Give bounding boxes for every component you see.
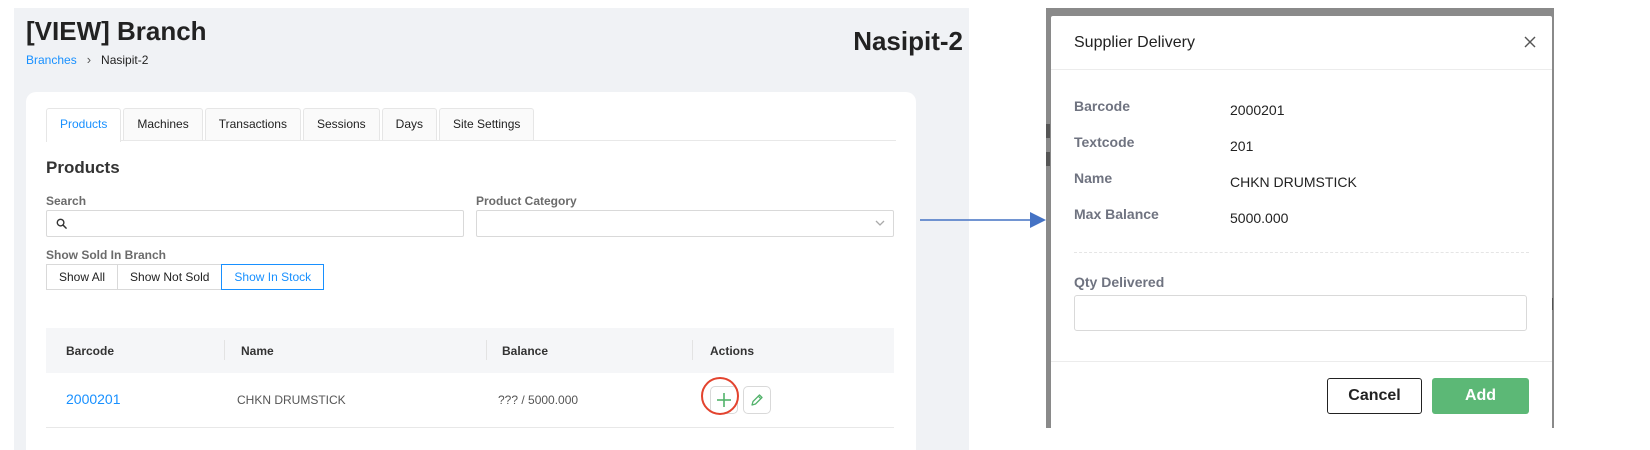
textcode-label: Textcode (1074, 134, 1135, 150)
name-label: Name (1074, 170, 1113, 186)
search-input[interactable] (75, 214, 459, 234)
row-balance: ??? / 5000.000 (498, 393, 579, 407)
column-divider (224, 340, 225, 360)
column-header-actions: Actions (710, 343, 755, 358)
tab-days[interactable]: Days (381, 108, 438, 140)
breadcrumb: Branches › Nasipit-2 (26, 52, 148, 67)
modal-overlay: Supplier Delivery Barcode 2000201 Textco… (1046, 8, 1554, 428)
breadcrumb-separator: › (86, 52, 92, 67)
tab-sessions[interactable]: Sessions (302, 108, 380, 140)
background-fragment (1046, 152, 1050, 166)
tab-site-settings[interactable]: Site Settings (439, 108, 535, 140)
search-label: Search (46, 194, 87, 208)
chevron-down-icon (875, 220, 885, 226)
pencil-icon (751, 394, 763, 406)
product-category-select[interactable] (476, 210, 894, 237)
filter-show-all-button[interactable]: Show All (46, 264, 119, 290)
barcode-label: Barcode (1074, 98, 1131, 114)
arrow-right-icon (920, 212, 1046, 228)
column-divider (486, 340, 487, 360)
highlight-circle-annotation (701, 377, 739, 415)
modal-divider (1074, 252, 1529, 253)
cancel-button[interactable]: Cancel (1327, 378, 1422, 414)
background-fragment (1046, 124, 1050, 138)
modal-title: Supplier Delivery (1074, 34, 1195, 51)
tab-products[interactable]: Products (46, 108, 122, 142)
tab-bar: Products Machines Transactions Sessions … (46, 108, 896, 142)
page-title: [VIEW] Branch (26, 16, 207, 46)
add-button[interactable]: Add (1432, 378, 1529, 414)
products-table: Barcode Name Balance Actions 2000201 CHK… (46, 328, 894, 428)
table-row: 2000201 CHKN DRUMSTICK ??? / 5000.000 (46, 373, 894, 428)
column-header-balance: Balance (502, 343, 549, 358)
breadcrumb-current: Nasipit-2 (101, 52, 149, 67)
filter-show-in-stock-button[interactable]: Show In Stock (221, 264, 325, 290)
section-title: Products (46, 158, 120, 177)
textcode-value: 201 (1230, 138, 1254, 154)
max-balance-value: 5000.000 (1230, 210, 1289, 226)
edit-product-button[interactable] (743, 386, 771, 414)
qty-delivered-label: Qty Delivered (1074, 274, 1165, 290)
column-header-name: Name (241, 343, 274, 358)
name-value: CHKN DRUMSTICK (1230, 174, 1357, 190)
supplier-delivery-modal: Supplier Delivery Barcode 2000201 Textco… (1051, 16, 1552, 428)
qty-delivered-input[interactable] (1074, 295, 1527, 331)
show-sold-label: Show Sold In Branch (46, 248, 167, 262)
barcode-value: 2000201 (1230, 102, 1285, 118)
branch-view-panel: [VIEW] Branch Nasipit-2 Branches › Nasip… (14, 8, 969, 450)
tab-transactions[interactable]: Transactions (204, 108, 301, 140)
modal-header: Supplier Delivery (1051, 16, 1552, 70)
product-category-label: Product Category (476, 194, 577, 208)
branch-name-heading: Nasipit-2 (853, 26, 963, 56)
column-header-barcode: Barcode (66, 343, 115, 358)
column-divider (692, 340, 693, 360)
close-icon[interactable] (1522, 34, 1538, 50)
content-card: Products Machines Transactions Sessions … (26, 92, 916, 450)
row-name: CHKN DRUMSTICK (237, 393, 346, 407)
max-balance-label: Max Balance (1074, 206, 1159, 222)
breadcrumb-link-branches[interactable]: Branches (26, 53, 77, 67)
search-icon (56, 218, 67, 229)
row-barcode-link[interactable]: 2000201 (66, 391, 121, 407)
sold-filter-group: Show All Show Not Sold Show In Stock (46, 264, 325, 290)
tab-machines[interactable]: Machines (123, 108, 203, 140)
search-box (46, 210, 464, 237)
modal-footer: Cancel Add (1051, 361, 1552, 428)
table-header: Barcode Name Balance Actions (46, 328, 894, 373)
filter-show-not-sold-button[interactable]: Show Not Sold (117, 264, 223, 290)
